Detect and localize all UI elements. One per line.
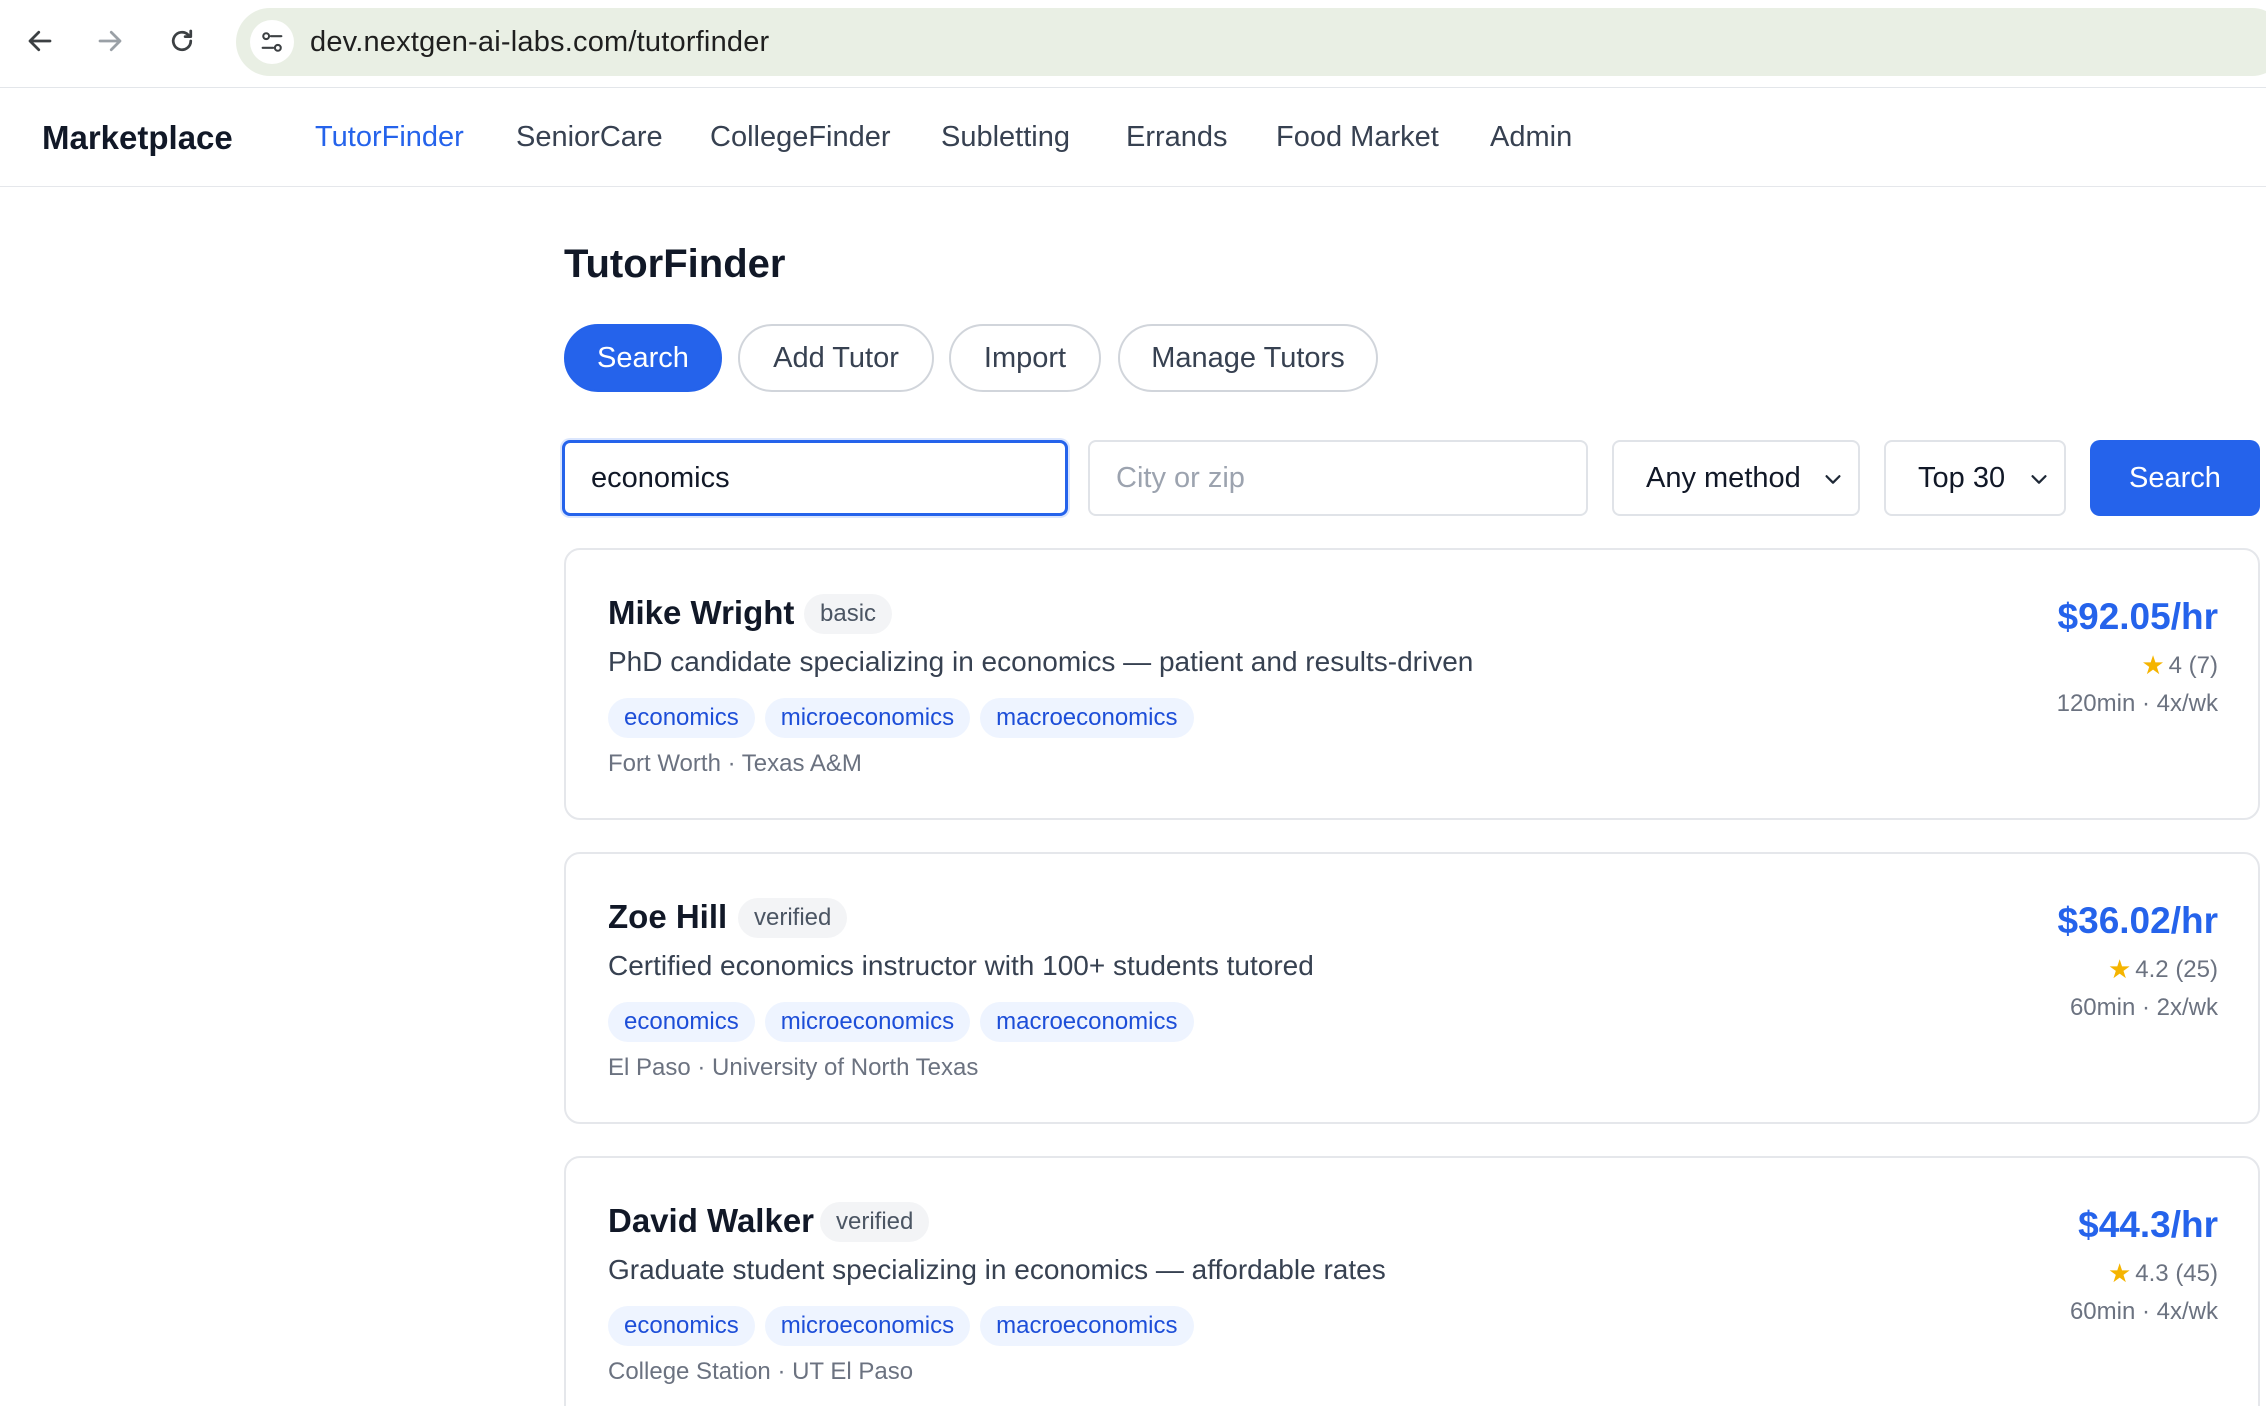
tutor-description: Certified economics instructor with 100+… <box>608 950 1314 981</box>
session-schedule: 60min · 4x/wk <box>2069 1298 2218 1325</box>
subject-search-value: economics <box>591 461 730 494</box>
tutor-location: El Paso · University of North Texas <box>608 1054 979 1081</box>
subject-tag: microeconomics <box>764 1306 971 1346</box>
nav-subletting[interactable]: Subletting <box>941 121 1070 154</box>
subject-tag: macroeconomics <box>980 1306 1194 1346</box>
tutor-description: PhD candidate specializing in economics … <box>608 646 1474 677</box>
limit-select[interactable]: Top 30 <box>1884 440 2066 516</box>
rating-value: 4 (7) <box>2168 651 2218 679</box>
site-settings-icon[interactable] <box>250 20 294 64</box>
tutor-description: Graduate student specializing in economi… <box>608 1254 1386 1285</box>
reload-icon <box>171 29 193 52</box>
page-title: TutorFinder <box>564 242 786 286</box>
method-select[interactable]: Any method <box>1612 440 1860 516</box>
nav-admin[interactable]: Admin <box>1490 121 1572 154</box>
arrow-left-icon <box>28 30 52 52</box>
brand-logo[interactable]: Marketplace <box>42 119 233 157</box>
back-button[interactable] <box>16 17 64 65</box>
tutor-card[interactable]: Mike Wright basic PhD candidate speciali… <box>564 548 2260 820</box>
subject-tags: economics microeconomics macroeconomics <box>608 1306 1194 1346</box>
rating-value: 4.2 (25) <box>2135 955 2218 983</box>
tutor-location: Fort Worth · Texas A&M <box>608 750 862 777</box>
nav-errands[interactable]: Errands <box>1126 121 1228 154</box>
nav-food-market[interactable]: Food Market <box>1276 121 1439 154</box>
star-icon: ★ <box>2107 1258 2132 1288</box>
rating-value: 4.3 (45) <box>2135 1259 2218 1287</box>
forward-button[interactable] <box>86 17 134 65</box>
subject-search-input[interactable]: economics <box>562 440 1068 516</box>
tutor-name: Zoe Hill <box>608 898 728 935</box>
tab-search[interactable]: Search <box>564 324 722 392</box>
subject-tag: macroeconomics <box>980 1002 1194 1042</box>
subject-tag: economics <box>608 698 755 738</box>
star-icon: ★ <box>2107 954 2132 984</box>
tutor-rating: ★ 4 (7) <box>2141 650 2218 681</box>
tab-import[interactable]: Import <box>949 324 1101 392</box>
limit-selected-value: Top 30 <box>1918 461 2006 494</box>
tab-add-tutor[interactable]: Add Tutor <box>738 324 934 392</box>
tutor-name: Mike Wright <box>608 594 795 631</box>
subject-tag: economics <box>608 1002 755 1042</box>
tier-badge: verified <box>738 898 848 938</box>
address-bar[interactable]: dev.nextgen-ai-labs.com/tutorfinder <box>236 8 2266 76</box>
method-selected-value: Any method <box>1646 461 1801 494</box>
nav-seniorcare[interactable]: SeniorCare <box>516 121 663 154</box>
subject-tags: economics microeconomics macroeconomics <box>608 1002 1194 1042</box>
search-button[interactable]: Search <box>2090 440 2260 516</box>
reload-button[interactable] <box>158 17 206 65</box>
subject-tag: economics <box>608 1306 755 1346</box>
tutor-rating: ★ 4.2 (25) <box>2108 954 2218 985</box>
page: dev.nextgen-ai-labs.com/tutorfinder Mark… <box>0 0 2266 1406</box>
nav-tutorfinder[interactable]: TutorFinder <box>315 121 464 154</box>
chevron-down-icon <box>2031 475 2047 484</box>
tutor-rating: ★ 4.3 (45) <box>2108 1258 2218 1289</box>
session-schedule: 60min · 2x/wk <box>2069 994 2218 1021</box>
session-schedule: 120min · 4x/wk <box>2056 690 2218 717</box>
subject-tag: microeconomics <box>764 698 971 738</box>
hourly-price: $44.3/hr <box>2078 1204 2218 1245</box>
chevron-down-icon <box>1825 475 1841 484</box>
tutor-name: David Walker <box>608 1202 815 1239</box>
tier-badge: basic <box>804 594 893 634</box>
tutor-card[interactable]: Zoe Hill verified Certified economics in… <box>564 852 2260 1124</box>
url-text: dev.nextgen-ai-labs.com/tutorfinder <box>310 26 770 58</box>
subject-tag: macroeconomics <box>980 698 1194 738</box>
hourly-price: $92.05/hr <box>2057 596 2218 637</box>
app-header: Marketplace TutorFinder SeniorCare Colle… <box>0 89 2266 187</box>
nav-collegefinder[interactable]: CollegeFinder <box>710 121 891 154</box>
star-icon: ★ <box>2141 650 2165 680</box>
tier-badge: verified <box>820 1202 930 1242</box>
tab-manage-tutors[interactable]: Manage Tutors <box>1118 324 1378 392</box>
hourly-price: $36.02/hr <box>2057 900 2218 941</box>
location-input[interactable]: City or zip <box>1088 440 1588 516</box>
location-placeholder: City or zip <box>1116 461 1245 494</box>
tutor-card[interactable]: David Walker verified Graduate student s… <box>564 1156 2260 1406</box>
browser-toolbar: dev.nextgen-ai-labs.com/tutorfinder <box>0 0 2266 88</box>
subject-tags: economics microeconomics macroeconomics <box>608 698 1194 738</box>
arrow-right-icon <box>98 30 122 52</box>
tutor-location: College Station · UT El Paso <box>608 1358 914 1385</box>
subject-tag: microeconomics <box>764 1002 971 1042</box>
